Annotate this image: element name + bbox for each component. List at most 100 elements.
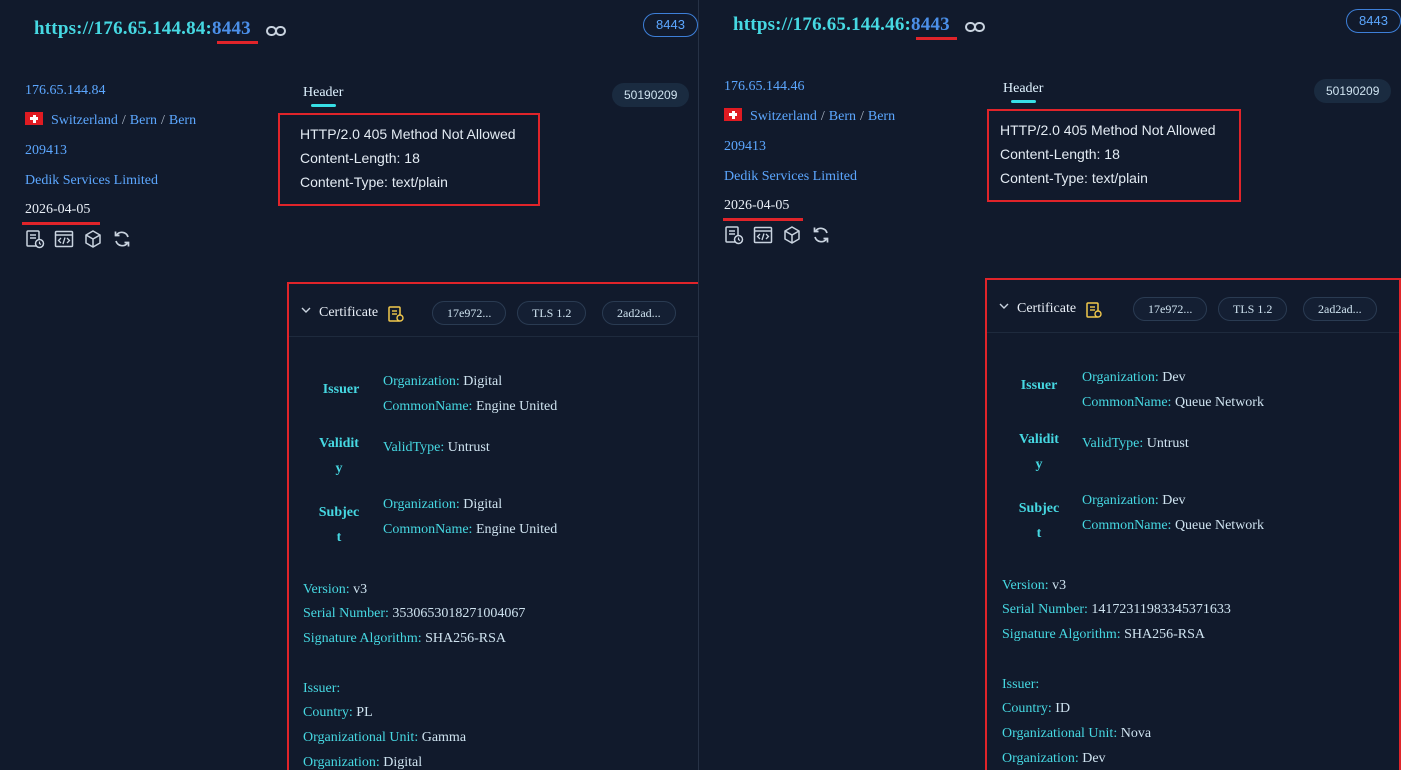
region-link[interactable]: Bern (130, 113, 157, 128)
issuer-organization: Organization: Dev (1082, 370, 1186, 385)
cert-version: Version: v3 (1002, 578, 1067, 593)
tab-header[interactable]: Header (1003, 81, 1043, 97)
cert-fingerprint-pill[interactable]: 2ad2ad... (602, 301, 676, 325)
report-icon[interactable] (724, 225, 744, 245)
issuer-key: Issuer (322, 382, 360, 397)
code-icon[interactable] (753, 225, 773, 245)
url-port[interactable]: 8443 (911, 14, 950, 35)
asn-link[interactable]: 209413 (724, 139, 766, 155)
hash-badge[interactable]: 50190209 (612, 83, 690, 107)
issuer-common-name: CommonName: Queue Network (1082, 395, 1264, 410)
subject-common-name: CommonName: Queue Network (1082, 518, 1264, 533)
issuer-organization: Organization: Digital (383, 374, 503, 389)
certificate-title[interactable]: Certificate (1017, 301, 1076, 317)
report-icon[interactable] (25, 229, 45, 249)
subject-organization: Organization: Dev (1082, 493, 1186, 508)
refresh-icon[interactable] (112, 229, 132, 249)
certificate-icon[interactable] (1085, 301, 1103, 319)
ip-link[interactable]: 176.65.144.46 (724, 79, 805, 95)
cert-hash-pill[interactable]: 17e972... (432, 301, 507, 325)
cert-signature-algorithm: Signature Algorithm: SHA256-RSA (1002, 627, 1206, 642)
result-card-left: https://176.65.144.84:8443 8443 176.65.1… (0, 0, 698, 770)
cert-issuer-country: Country: ID (1002, 701, 1071, 716)
result-url[interactable]: https://176.65.144.84:8443 (34, 18, 251, 40)
header-line: Content-Type: text/plain (300, 174, 448, 190)
scan-date: 2026-04-05 (724, 198, 790, 213)
http-header-box: HTTP/2.0 405 Method Not Allowed Content-… (278, 113, 540, 206)
http-header-box: HTTP/2.0 405 Method Not Allowed Content-… (987, 109, 1241, 202)
header-line: Content-Type: text/plain (1000, 170, 1148, 186)
cert-serial: Serial Number: 3530653018271004067 (303, 606, 526, 621)
city-link[interactable]: Bern (868, 109, 895, 124)
tab-active-indicator (311, 104, 336, 107)
asn-link[interactable]: 209413 (25, 143, 67, 159)
cert-issuer-org: Organization: Digital (303, 755, 423, 770)
issuer-common-name: CommonName: Engine United (383, 399, 558, 414)
chevron-down-icon[interactable] (301, 305, 311, 315)
switzerland-flag-icon (25, 112, 43, 125)
certificate-panel: Certificate 17e972... TLS 1.2 2ad2ad... … (287, 282, 698, 770)
cert-hash-pill[interactable]: 17e972... (1133, 297, 1208, 321)
refresh-icon[interactable] (811, 225, 831, 245)
country-link[interactable]: Switzerland (750, 109, 817, 124)
geo-location: Switzerland / Bern / Bern (25, 112, 196, 129)
tab-header[interactable]: Header (303, 85, 343, 101)
tls-version-pill[interactable]: TLS 1.2 (1218, 297, 1288, 321)
cert-issuer-country: Country: PL (303, 705, 373, 720)
link-icon[interactable] (266, 24, 286, 38)
link-icon[interactable] (965, 20, 985, 34)
validity-key: Validit y (319, 436, 359, 476)
certificate-panel: Certificate 17e972... TLS 1.2 2ad2ad... … (985, 278, 1401, 770)
header-line: HTTP/2.0 405 Method Not Allowed (300, 126, 516, 142)
url-host[interactable]: https://176.65.144.46: (733, 14, 911, 35)
ip-link[interactable]: 176.65.144.84 (25, 83, 106, 99)
cert-issuer-ou: Organizational Unit: Gamma (303, 730, 467, 745)
subject-common-name: CommonName: Engine United (383, 522, 558, 537)
tool-icons (25, 229, 132, 249)
cert-issuer-org: Organization: Dev (1002, 751, 1106, 766)
code-icon[interactable] (54, 229, 74, 249)
certificate-icon[interactable] (387, 305, 405, 323)
org-link[interactable]: Dedik Services Limited (724, 169, 857, 185)
geo-location: Switzerland / Bern / Bern (724, 108, 895, 125)
cert-fingerprint-pill[interactable]: 2ad2ad... (1303, 297, 1377, 321)
org-link[interactable]: Dedik Services Limited (25, 173, 158, 189)
certificate-header[interactable]: Certificate 17e972... TLS 1.2 2ad2ad... (987, 280, 1399, 333)
header-line: Content-Length: 18 (300, 150, 420, 166)
cert-version: Version: v3 (303, 582, 368, 597)
valid-type: ValidType: Untrust (1082, 436, 1189, 451)
scan-date: 2026-04-05 (25, 202, 91, 217)
cube-icon[interactable] (83, 229, 103, 249)
cube-icon[interactable] (782, 225, 802, 245)
port-highlight (217, 41, 258, 44)
chevron-down-icon[interactable] (999, 301, 1009, 311)
port-badge[interactable]: 8443 (643, 13, 698, 37)
cert-serial: Serial Number: 14172311983345371633 (1002, 602, 1231, 617)
tool-icons (724, 225, 831, 245)
date-highlight (723, 218, 803, 221)
certificate-header[interactable]: Certificate 17e972... TLS 1.2 2ad2ad... (289, 284, 698, 337)
subject-key: Subjec t (318, 505, 360, 545)
url-host[interactable]: https://176.65.144.84: (34, 18, 212, 39)
certificate-title[interactable]: Certificate (319, 305, 378, 321)
tls-version-pill[interactable]: TLS 1.2 (517, 301, 587, 325)
tab-active-indicator (1011, 100, 1036, 103)
hash-badge[interactable]: 50190209 (1314, 79, 1392, 103)
header-line: HTTP/2.0 405 Method Not Allowed (1000, 122, 1216, 138)
validity-key: Validit y (1019, 432, 1059, 472)
cert-signature-algorithm: Signature Algorithm: SHA256-RSA (303, 631, 507, 646)
valid-type: ValidType: Untrust (383, 440, 490, 455)
port-highlight (916, 37, 957, 40)
port-badge[interactable]: 8443 (1346, 9, 1401, 33)
subject-key: Subjec t (1018, 501, 1060, 541)
url-port[interactable]: 8443 (212, 18, 251, 39)
issuer-key: Issuer (1020, 378, 1058, 393)
header-line: Content-Length: 18 (1000, 146, 1120, 162)
result-url[interactable]: https://176.65.144.46:8443 (733, 14, 950, 36)
switzerland-flag-icon (724, 108, 742, 121)
city-link[interactable]: Bern (169, 113, 196, 128)
cert-issuer-ou: Organizational Unit: Nova (1002, 726, 1152, 741)
region-link[interactable]: Bern (829, 109, 856, 124)
country-link[interactable]: Switzerland (51, 113, 118, 128)
date-highlight (22, 222, 100, 225)
